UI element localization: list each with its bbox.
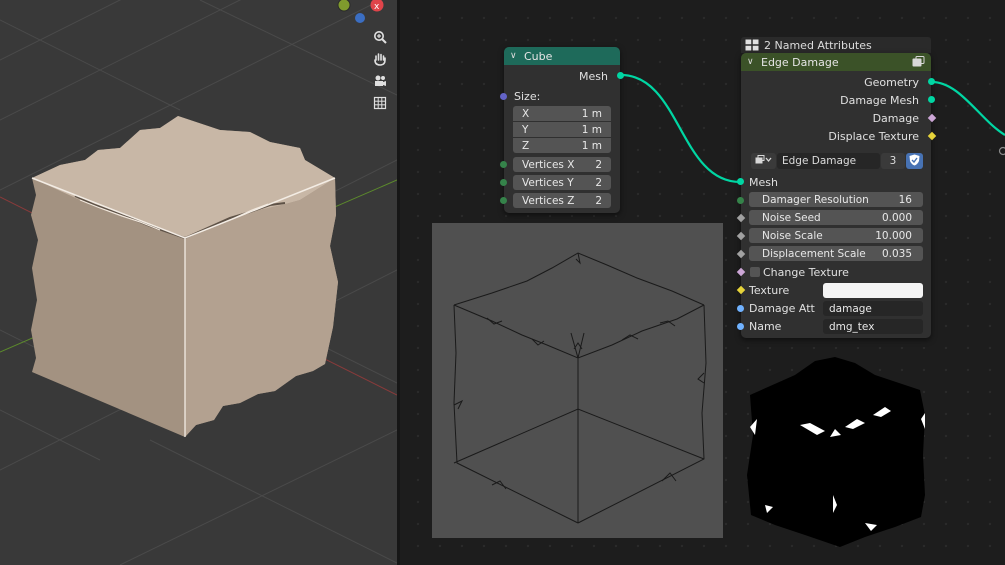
shield-icon xyxy=(909,154,920,169)
damage-mesh-output-socket[interactable] xyxy=(928,96,935,103)
node-editor[interactable]: ∨ Cube Mesh Size: X 1 m Y 1 m Z 1 m Vert… xyxy=(400,0,1005,565)
edge-damage-node[interactable]: ∨ Edge Damage Geometry Damage Mesh Damag… xyxy=(736,53,937,338)
svg-text:x: x xyxy=(374,2,380,12)
edge-damage-node-header[interactable]: ∨ Edge Damage xyxy=(741,53,931,71)
vertices-z-field[interactable]: Vertices Z 2 xyxy=(513,193,611,208)
size-x-field[interactable]: X 1 m xyxy=(513,106,611,121)
damage-att-field[interactable]: damage xyxy=(823,301,923,316)
geometry-output-socket[interactable] xyxy=(928,78,935,85)
field-value: 1 m xyxy=(581,123,602,136)
texture-field[interactable] xyxy=(823,283,923,298)
field-label: Noise Scale xyxy=(762,229,823,242)
field-label: Y xyxy=(522,123,529,136)
node-group-icon[interactable] xyxy=(912,56,925,71)
change-texture-label: Change Texture xyxy=(763,265,849,279)
collapse-chevron-icon[interactable]: ∨ xyxy=(747,57,757,67)
link-cube-to-edge-damage xyxy=(620,73,741,184)
vertices-x-field[interactable]: Vertices X 2 xyxy=(513,157,611,172)
cube-node-header[interactable]: ∨ Cube xyxy=(504,47,620,65)
cube-output-row: Mesh xyxy=(504,67,620,85)
mesh-output-label: Mesh xyxy=(579,69,608,83)
change-texture-row: Change Texture xyxy=(741,263,931,281)
field-label: Z xyxy=(522,139,530,152)
node-tree-icon xyxy=(745,39,759,51)
field-value: 16 xyxy=(898,193,912,206)
size-y-field[interactable]: Y 1 m xyxy=(513,122,611,137)
viewport-scene: x xyxy=(0,0,397,565)
field-value: 10.000 xyxy=(875,229,912,242)
damage-att-value: damage xyxy=(829,302,872,315)
node-group-browse-button[interactable] xyxy=(751,153,776,169)
field-value: 1 m xyxy=(581,107,602,120)
cube-node-title: Cube xyxy=(524,49,553,63)
fake-user-button[interactable] xyxy=(906,153,923,169)
field-value: 0.000 xyxy=(881,211,912,224)
output-label: Displace Texture xyxy=(828,129,919,143)
displacement-scale-field[interactable]: Displacement Scale 0.035 xyxy=(749,246,923,261)
damaged-cube xyxy=(31,116,338,437)
field-label: Displacement Scale xyxy=(762,247,866,260)
name-value: dmg_tex xyxy=(829,320,875,333)
link-geometry-out xyxy=(931,80,1005,136)
users-count-button[interactable]: 3 xyxy=(881,153,905,169)
output-damage-row: Damage xyxy=(741,109,931,127)
field-value: 2 xyxy=(595,194,602,207)
mesh-input-label: Mesh xyxy=(749,175,778,189)
hand-icon[interactable] xyxy=(371,50,389,68)
size-z-field[interactable]: Z 1 m xyxy=(513,138,611,153)
vertices-x-socket[interactable] xyxy=(500,161,507,168)
node-group-browse-icon xyxy=(755,154,773,168)
noise-scale-field[interactable]: Noise Scale 10.000 xyxy=(749,228,923,243)
damage-mask-preview-image xyxy=(745,355,927,547)
vertices-y-socket[interactable] xyxy=(500,179,507,186)
damage-att-label: Damage Att xyxy=(749,301,815,315)
zoom-icon[interactable] xyxy=(371,28,389,46)
field-value: 2 xyxy=(595,158,602,171)
field-value: 0.035 xyxy=(881,247,912,260)
field-label: Noise Seed xyxy=(762,211,821,224)
damager-resolution-socket[interactable] xyxy=(737,197,744,204)
vertices-z-socket[interactable] xyxy=(500,197,507,204)
size-row: Size: xyxy=(504,87,620,105)
field-value: 2 xyxy=(595,176,602,189)
grid-icon[interactable] xyxy=(371,94,389,112)
texture-label: Texture xyxy=(749,283,790,297)
output-geometry-row: Geometry xyxy=(741,73,931,91)
output-label: Damage xyxy=(872,111,919,125)
size-label: Size: xyxy=(514,89,541,103)
cube-node[interactable]: ∨ Cube Mesh Size: X 1 m Y 1 m Z 1 m Vert… xyxy=(500,47,624,213)
3d-viewport[interactable]: x xyxy=(0,0,397,565)
field-label: X xyxy=(522,107,530,120)
edge-damage-node-title: Edge Damage xyxy=(761,55,839,69)
mesh-output-socket[interactable] xyxy=(617,72,624,79)
field-label: Damager Resolution xyxy=(762,193,869,206)
output-displace-texture-row: Displace Texture xyxy=(741,127,931,145)
collapse-chevron-icon[interactable]: ∨ xyxy=(510,51,520,61)
noise-seed-field[interactable]: Noise Seed 0.000 xyxy=(749,210,923,225)
frame-label: 2 Named Attributes xyxy=(764,38,872,52)
output-damage-mesh-row: Damage Mesh xyxy=(741,91,931,109)
vertices-y-field[interactable]: Vertices Y 2 xyxy=(513,175,611,190)
field-label: Vertices Z xyxy=(522,194,575,207)
users-count: 3 xyxy=(889,155,897,167)
mesh-input-row: Mesh xyxy=(741,173,931,191)
field-label: Vertices Y xyxy=(522,176,574,189)
frame-header[interactable]: 2 Named Attributes xyxy=(741,37,931,53)
node-group-name: Edge Damage xyxy=(782,155,857,167)
name-label: Name xyxy=(749,319,782,333)
field-label: Vertices X xyxy=(522,158,575,171)
field-value: 1 m xyxy=(581,139,602,152)
node-group-name-field[interactable]: Edge Damage xyxy=(777,153,880,169)
camera-icon[interactable] xyxy=(371,72,389,90)
output-label: Geometry xyxy=(864,75,919,89)
wireframe-preview-image xyxy=(432,223,723,538)
output-label: Damage Mesh xyxy=(840,93,919,107)
damager-resolution-field[interactable]: Damager Resolution 16 xyxy=(749,192,923,207)
name-field[interactable]: dmg_tex xyxy=(823,319,923,334)
